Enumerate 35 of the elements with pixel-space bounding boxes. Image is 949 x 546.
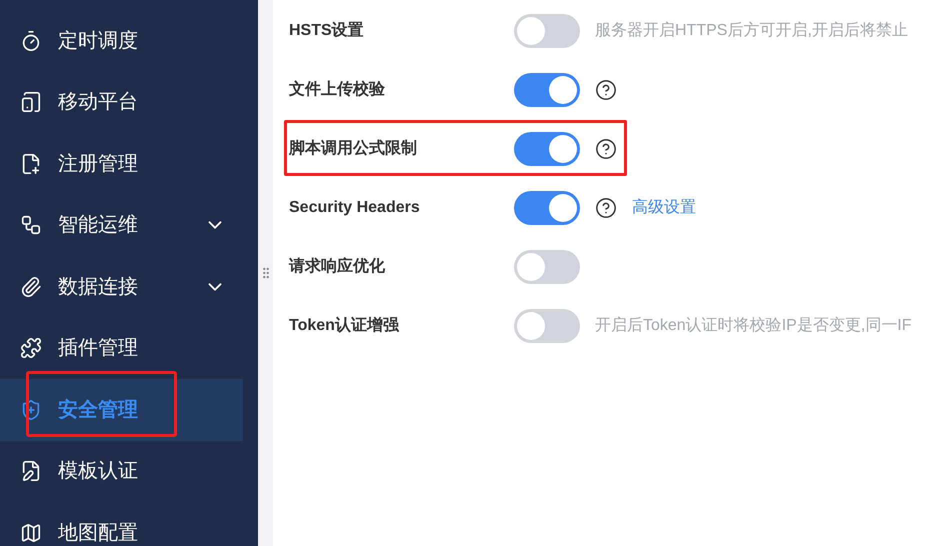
toggle-switch[interactable]	[514, 308, 580, 342]
document-plus-icon	[20, 152, 42, 175]
sidebar-item[interactable]: 注册管理	[0, 133, 243, 194]
shield-icon	[20, 398, 42, 421]
advanced-settings-link[interactable]: 高级设置	[632, 196, 696, 220]
sidebar-item[interactable]: 插件管理	[0, 318, 243, 379]
help-icon[interactable]	[595, 196, 617, 218]
toggle-switch[interactable]	[514, 190, 580, 224]
help-icon[interactable]	[595, 138, 617, 160]
setting-description: 开启后Token认证时将校验IP是否变更,同一IF	[595, 316, 912, 336]
timer-icon	[20, 30, 42, 52]
paperclip-icon	[20, 276, 42, 298]
network-icon	[20, 214, 42, 236]
setting-label: HSTS设置	[289, 20, 365, 40]
setting-label: Token认证增强	[289, 316, 400, 336]
setting-label: 文件上传校验	[289, 79, 386, 100]
sidebar-item[interactable]: 移动平台	[0, 72, 243, 133]
toggle-switch[interactable]	[514, 132, 580, 166]
setting-description: 服务器开启HTTPS后方可开启,开启后将禁止	[595, 20, 908, 40]
toggle-switch[interactable]	[514, 72, 580, 106]
map-icon	[20, 522, 42, 544]
sidebar-item[interactable]: 数据连接	[0, 256, 243, 318]
sidebar-item[interactable]: 智能运维	[0, 194, 243, 256]
tablet-icon	[20, 91, 42, 114]
toggle-switch[interactable]	[514, 250, 580, 284]
setting-label: 请求响应优化	[289, 256, 386, 276]
document-pen-icon	[20, 460, 42, 482]
toggle-switch[interactable]	[514, 14, 580, 48]
help-icon[interactable]	[595, 78, 617, 100]
setting-label: 脚本调用公式限制	[289, 138, 418, 158]
puzzle-icon	[20, 337, 42, 360]
sidebar-item[interactable]: 地图配置	[0, 502, 243, 546]
sidebar-item[interactable]: 定时调度	[0, 10, 243, 72]
setting-label: Security Headers	[289, 198, 421, 218]
sidebar-item[interactable]: 模板认证	[0, 440, 243, 502]
